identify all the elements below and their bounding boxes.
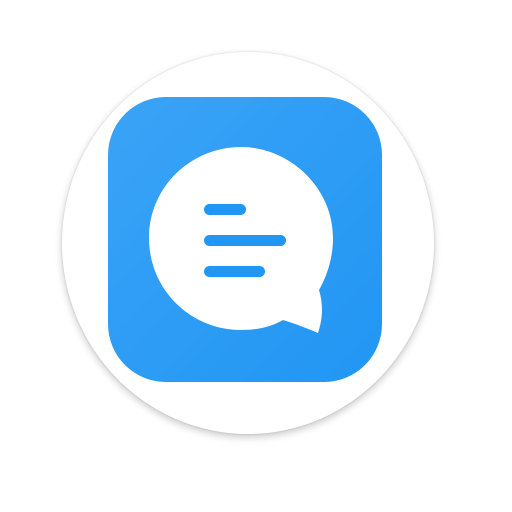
app-icon-stage [0, 0, 512, 512]
message-line-short [204, 204, 246, 215]
message-line-medium [204, 266, 265, 277]
message-line-long [204, 235, 286, 246]
app-icon[interactable] [0, 0, 512, 512]
